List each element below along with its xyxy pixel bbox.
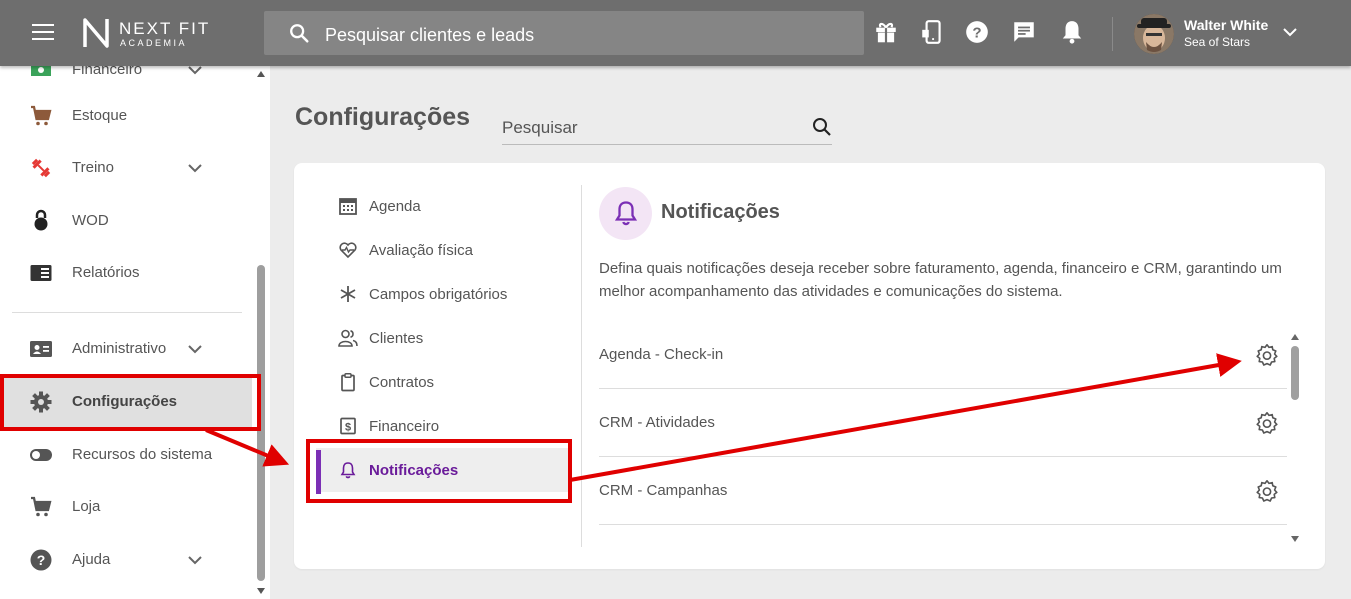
mobile-icon[interactable]: [919, 19, 945, 45]
sidebar-item-label: Recursos do sistema: [72, 446, 213, 463]
sidebar-item-label: Loja: [72, 498, 101, 515]
highlight-box-configuracoes: [0, 374, 261, 431]
header-divider: [1112, 17, 1113, 51]
menu-icon[interactable]: [32, 24, 54, 42]
sidebar-item-label: Ajuda: [72, 551, 111, 568]
section-description: Defina quais notificações deseja receber…: [599, 260, 1282, 300]
sidebar-item-ajuda[interactable]: ? Ajuda: [0, 535, 252, 585]
gear-icon[interactable]: [1255, 343, 1279, 367]
report-icon: [30, 265, 52, 281]
id-card-icon: [30, 341, 52, 357]
calendar-icon: [339, 198, 357, 215]
cart-icon: [31, 105, 52, 126]
sidebar-item-label: Administrativo: [72, 340, 167, 357]
notification-row: CRM - Atividades: [599, 389, 1287, 457]
svg-text:$: $: [345, 422, 351, 434]
user-name[interactable]: Walter White: [1184, 17, 1268, 33]
notifications-scroll-thumb[interactable]: [1291, 346, 1299, 400]
asterisk-icon: [340, 286, 356, 302]
search-icon: [290, 24, 309, 43]
settings-menu-avaliacao-fisica[interactable]: Avaliação física: [316, 228, 572, 272]
scroll-down-arrow-icon[interactable]: [1290, 535, 1300, 543]
highlight-box-notificacoes: [306, 439, 572, 503]
clipboard-icon: [341, 373, 355, 392]
chevron-down-icon[interactable]: [1281, 25, 1299, 39]
global-search-placeholder: Pesquisar clientes e leads: [325, 25, 535, 45]
settings-menu-label: Financeiro: [369, 418, 440, 435]
bell-icon: [614, 201, 638, 226]
logo-subtext: ACADEMIA: [120, 38, 188, 48]
gift-icon[interactable]: [873, 19, 899, 45]
page-title: Configurações: [295, 103, 471, 131]
chevron-down-icon: [188, 556, 202, 565]
svg-text:?: ?: [972, 24, 981, 41]
logo-mark-icon: [83, 18, 109, 48]
notification-row-label: CRM - Campanhas: [599, 482, 728, 499]
global-search-input[interactable]: Pesquisar clientes e leads: [264, 11, 864, 55]
chevron-down-icon: [188, 66, 202, 75]
notification-section-icon: [599, 187, 652, 240]
toggle-icon: [30, 449, 52, 461]
dollar-icon: $: [340, 417, 356, 435]
chevron-down-icon: [188, 164, 202, 173]
top-bar: NEXT FIT ACADEMIA Pesquisar clientes e l…: [0, 0, 1351, 66]
gear-icon[interactable]: [1255, 479, 1279, 503]
avatar[interactable]: [1134, 14, 1174, 54]
notification-row: Agenda - Check-in: [599, 321, 1287, 389]
settings-menu-label: Agenda: [369, 198, 421, 215]
chat-icon[interactable]: [1011, 19, 1037, 45]
help-icon: ?: [30, 549, 52, 571]
sidebar-item-label: Estoque: [72, 107, 128, 124]
sidebar-item-wod[interactable]: WOD: [0, 196, 252, 246]
card-divider: [581, 185, 582, 547]
sidebar-item-label: Financeiro: [72, 66, 143, 78]
settings-menu-label: Avaliação física: [369, 242, 473, 259]
chevron-down-icon: [188, 345, 202, 354]
settings-menu-clientes[interactable]: Clientes: [316, 316, 572, 360]
sidebar-item-relatorios[interactable]: Relatórios: [0, 248, 252, 298]
search-icon[interactable]: [812, 117, 832, 137]
scroll-up-arrow-icon[interactable]: [1290, 333, 1300, 341]
section-title: Notificações: [661, 201, 780, 223]
sidebar-item-treino[interactable]: Treino: [0, 143, 252, 193]
logo-text: NEXT FIT: [119, 19, 211, 38]
notification-row: CRM - Campanhas: [599, 457, 1287, 525]
kettlebell-icon: [34, 209, 48, 231]
settings-menu-contratos[interactable]: Contratos: [316, 360, 572, 404]
gear-icon[interactable]: [1255, 411, 1279, 435]
svg-text:?: ?: [37, 552, 46, 568]
users-icon: [338, 329, 358, 347]
notification-row-label: Agenda - Check-in: [599, 346, 724, 363]
cash-icon: [31, 66, 51, 76]
bell-icon[interactable]: [1059, 19, 1085, 45]
sidebar-item-loja[interactable]: Loja: [0, 482, 252, 532]
sidebar-item-label: WOD: [72, 212, 109, 229]
sidebar-item-label: Relatórios: [72, 264, 140, 281]
sidebar-item-administrativo[interactable]: Administrativo: [0, 324, 252, 374]
heart-pulse-icon: [339, 242, 357, 259]
settings-card: Agenda Avaliação física Campos obrigatór…: [294, 163, 1325, 569]
cart-icon: [31, 496, 52, 517]
settings-menu-label: Clientes: [369, 330, 424, 347]
settings-search-placeholder: Pesquisar: [502, 118, 578, 137]
dumbbell-icon: [31, 158, 51, 178]
help-icon[interactable]: ?: [964, 19, 990, 45]
settings-search-input[interactable]: Pesquisar: [502, 112, 832, 145]
logo[interactable]: NEXT FIT ACADEMIA: [82, 17, 222, 51]
sidebar-divider: [12, 312, 242, 313]
notification-row-label: CRM - Atividades: [599, 414, 715, 431]
sidebar-item-label: Treino: [72, 159, 114, 176]
avatar-image: [1134, 14, 1174, 54]
sidebar-item-recursos-do-sistema[interactable]: Recursos do sistema: [0, 430, 252, 480]
settings-menu-campos-obrigatorios[interactable]: Campos obrigatórios: [316, 272, 572, 316]
settings-menu-agenda[interactable]: Agenda: [316, 184, 572, 228]
sidebar-item-estoque[interactable]: Estoque: [0, 91, 252, 141]
settings-menu-label: Contratos: [369, 374, 435, 391]
sidebar: Financeiro Estoque Treino WOD Relatórios…: [0, 66, 270, 599]
settings-menu-label: Campos obrigatórios: [369, 286, 508, 303]
user-organization: Sea of Stars: [1184, 35, 1251, 49]
